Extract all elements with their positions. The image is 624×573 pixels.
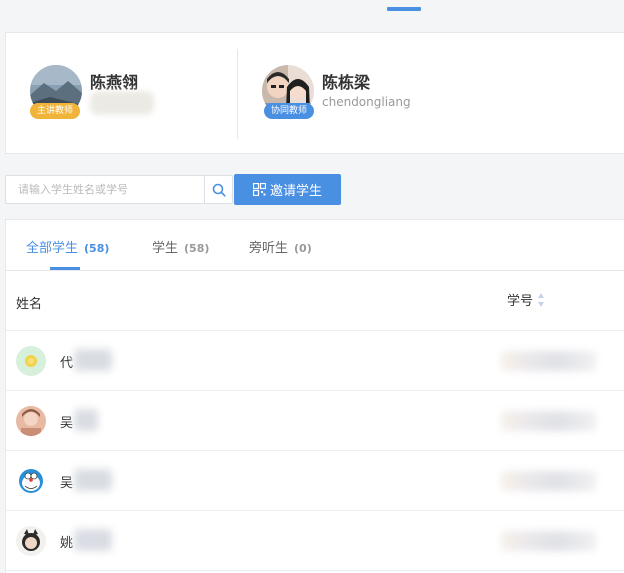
student-name: 姚 <box>60 536 74 551</box>
table-row[interactable]: 吴 <box>6 391 624 451</box>
student-tabs: 全部学生 (58) 学生 (58) 旁听生 (0) <box>6 220 624 271</box>
top-tab-indicator <box>387 7 421 11</box>
photo-avatar-icon <box>16 406 46 436</box>
role-badge-main: 主讲教师 <box>30 103 80 119</box>
student-name-blurred <box>74 409 98 431</box>
tab-label: 旁听生 <box>249 241 289 256</box>
tab-count: (58) <box>184 242 210 255</box>
student-name: 吴 <box>60 476 74 491</box>
tab-all-students[interactable]: 全部学生 (58) <box>26 237 109 256</box>
teacher-divider <box>237 49 238 139</box>
tab-label: 全部学生 <box>26 241 79 256</box>
teacher-avatar: 主讲教师 <box>30 65 82 119</box>
student-id-blurred <box>501 351 596 371</box>
sort-icon <box>538 292 545 307</box>
invite-students-button[interactable]: 邀请学生 <box>234 174 341 205</box>
student-list-card: 全部学生 (58) 学生 (58) 旁听生 (0) 姓名 学号 代 吴 吴 姚 <box>5 219 624 573</box>
table-row[interactable]: 姚 <box>6 511 624 571</box>
teacher-avatar: 协同教师 <box>262 65 314 119</box>
invite-label: 邀请学生 <box>269 184 322 199</box>
column-name-header: 姓名 <box>16 297 43 312</box>
photo-avatar-icon <box>16 526 46 556</box>
active-tab-underline <box>50 267 80 270</box>
teacher-name: 陈燕翎 <box>90 73 139 92</box>
student-name-blurred <box>74 469 112 491</box>
column-label: 学号 <box>507 294 534 309</box>
teacher-card: 主讲教师 陈燕翎 协同教师 陈栋梁 chendongliang <box>5 32 624 154</box>
teacher-name: 陈栋梁 <box>322 73 371 92</box>
student-id-blurred <box>501 531 596 551</box>
table-row[interactable]: 吴 <box>6 451 624 511</box>
tab-auditors[interactable]: 旁听生 (0) <box>249 237 312 256</box>
table-header: 姓名 学号 <box>6 271 624 331</box>
column-student-id-header[interactable]: 学号 <box>507 290 545 309</box>
student-name-blurred <box>74 529 112 551</box>
search-input[interactable] <box>6 176 204 203</box>
student-name: 吴 <box>60 416 74 431</box>
tab-label: 学生 <box>152 241 179 256</box>
role-badge-assist: 协同教师 <box>264 103 314 119</box>
search-icon <box>212 183 226 197</box>
student-id-blurred <box>501 471 596 491</box>
search-box <box>5 175 233 204</box>
student-name-blurred <box>74 349 112 371</box>
teacher-username: chendongliang <box>322 95 411 109</box>
student-name: 代 <box>60 356 74 371</box>
qr-code-icon <box>252 183 266 196</box>
tab-count: (0) <box>294 242 312 255</box>
student-id-blurred <box>501 411 596 431</box>
table-row[interactable]: 代 <box>6 331 624 391</box>
tab-students[interactable]: 学生 (58) <box>152 237 209 256</box>
tab-count: (58) <box>84 242 110 255</box>
flower-avatar-icon <box>16 346 46 376</box>
teacher-sub-blurred <box>90 91 154 115</box>
cartoon-cat-avatar-icon <box>16 466 46 496</box>
top-strip <box>0 0 624 12</box>
search-button[interactable] <box>204 176 232 203</box>
